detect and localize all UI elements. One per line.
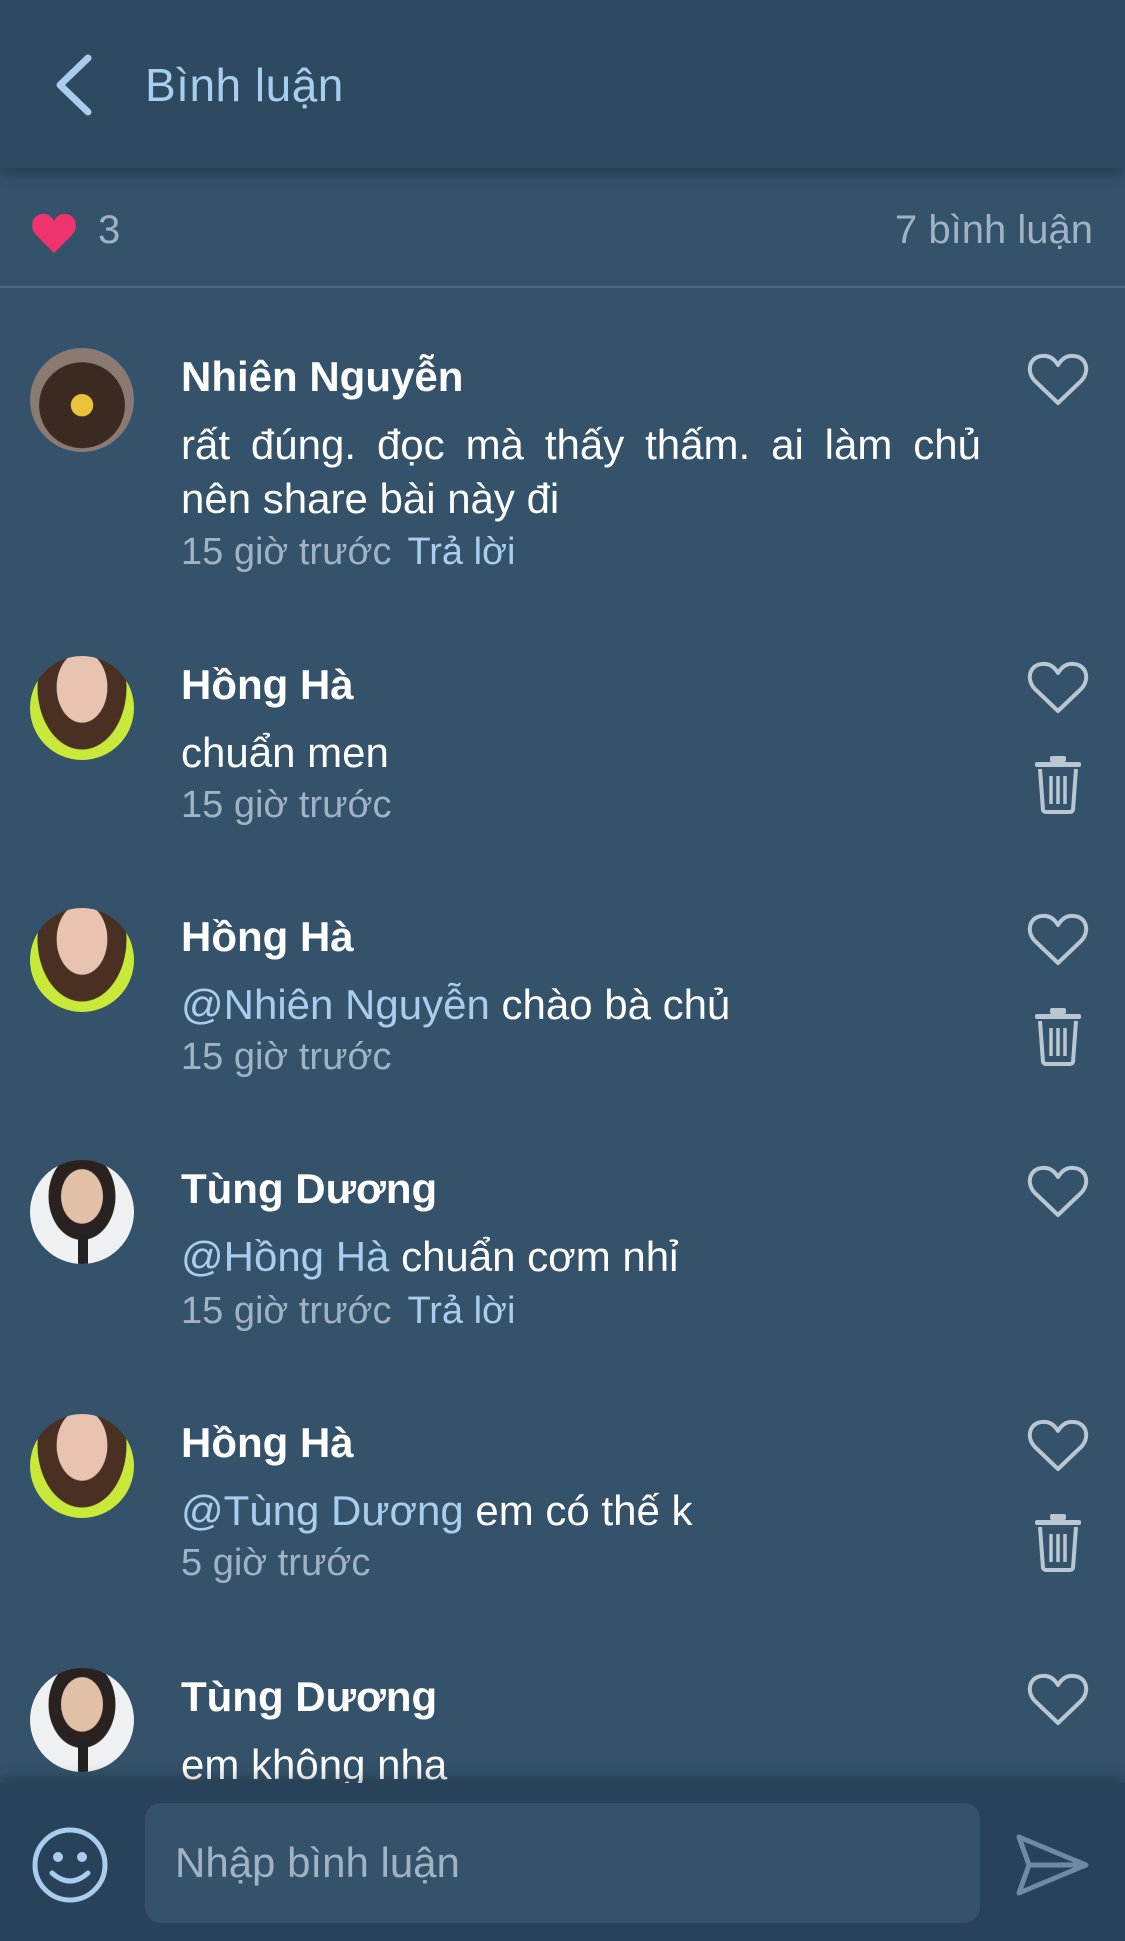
comment-text: @Nhiên Nguyễn chào bà chủ (181, 978, 981, 1032)
comment-composer (0, 1783, 1125, 1941)
comment-text: em không nha (181, 1738, 981, 1783)
comment-time: 15 giờ trước (181, 784, 392, 826)
avatar[interactable] (30, 656, 134, 760)
comment-time: 5 giờ trước (181, 1542, 371, 1584)
comment-meta: 15 giờ trước Trả lời (181, 1290, 515, 1333)
comment-item: Nhiên Nguyễn rất đúng. đọc mà thấy thấm.… (0, 348, 1125, 608)
comment-body: chuẩn men (181, 729, 389, 776)
comment-time: 15 giờ trước (181, 531, 392, 573)
heart-filled-icon[interactable] (30, 211, 78, 255)
comment-meta: 15 giờ trước (181, 784, 391, 827)
smiley-icon[interactable] (30, 1825, 110, 1905)
avatar[interactable] (30, 908, 134, 1012)
comment-meta: 15 giờ trước Trả lời (181, 531, 515, 574)
comment-body: rất đúng. đọc mà thấy thấm. ai làm chủ n… (181, 421, 981, 522)
reply-link[interactable]: Trả lời (407, 531, 515, 573)
reply-link[interactable]: Trả lời (407, 1290, 515, 1332)
mention-link[interactable]: @Nhiên Nguyễn (181, 981, 490, 1028)
trash-icon[interactable] (1033, 754, 1083, 814)
comment-author[interactable]: Tùng Dương (181, 1673, 437, 1721)
comment-body: chào bà chủ (501, 981, 731, 1028)
avatar[interactable] (30, 1160, 134, 1264)
comment-body: chuẩn cơm nhỉ (401, 1233, 679, 1280)
comment-meta: 5 giờ trước (181, 1542, 370, 1585)
heart-outline-icon[interactable] (1026, 350, 1090, 408)
heart-outline-icon[interactable] (1026, 1416, 1090, 1474)
comment-body: em không nha (181, 1741, 448, 1783)
comment-time: 15 giờ trước (181, 1290, 392, 1332)
comment-author[interactable]: Nhiên Nguyễn (181, 353, 463, 401)
comment-text: @Tùng Dương em có thế k (181, 1484, 981, 1538)
comment-body: em có thế k (475, 1487, 693, 1534)
comment-list: Nhiên Nguyễn rất đúng. đọc mà thấy thấm.… (0, 288, 1125, 1783)
chevron-left-icon[interactable] (50, 50, 100, 120)
comment-author[interactable]: Tùng Dương (181, 1165, 437, 1213)
comment-text: chuẩn men (181, 726, 981, 780)
comment-time: 15 giờ trước (181, 1036, 392, 1078)
mention-link[interactable]: @Tùng Dương (181, 1487, 464, 1534)
comment-item: Hồng Hà @Nhiên Nguyễn chào bà chủ 15 giờ… (0, 908, 1125, 1108)
comment-author[interactable]: Hồng Hà (181, 1419, 354, 1467)
heart-outline-icon[interactable] (1026, 1670, 1090, 1728)
send-icon[interactable] (1015, 1833, 1090, 1897)
comment-item: Hồng Hà chuẩn men 15 giờ trước (0, 656, 1125, 856)
comment-input[interactable] (145, 1803, 980, 1923)
comment-item: Tùng Dương em không nha (0, 1668, 1125, 1783)
avatar[interactable] (30, 1414, 134, 1518)
app-header: Bình luận (0, 0, 1125, 168)
like-count: 3 (98, 208, 121, 252)
heart-outline-icon[interactable] (1026, 1162, 1090, 1220)
trash-icon[interactable] (1033, 1512, 1083, 1572)
trash-icon[interactable] (1033, 1006, 1083, 1066)
comment-meta: 15 giờ trước (181, 1036, 391, 1079)
comment-author[interactable]: Hồng Hà (181, 661, 354, 709)
comment-author[interactable]: Hồng Hà (181, 913, 354, 961)
comment-text: @Hồng Hà chuẩn cơm nhỉ (181, 1230, 981, 1284)
avatar[interactable] (30, 1668, 134, 1772)
comment-text: rất đúng. đọc mà thấy thấm. ai làm chủ n… (181, 418, 981, 526)
heart-outline-icon[interactable] (1026, 910, 1090, 968)
comment-item: Hồng Hà @Tùng Dương em có thế k 5 giờ tr… (0, 1414, 1125, 1614)
mention-link[interactable]: @Hồng Hà (181, 1233, 389, 1280)
page-title: Bình luận (145, 59, 344, 111)
heart-outline-icon[interactable] (1026, 658, 1090, 716)
stats-bar: 3 7 bình luận (0, 168, 1125, 288)
avatar[interactable] (30, 348, 134, 452)
comment-item: Tùng Dương @Hồng Hà chuẩn cơm nhỉ 15 giờ… (0, 1160, 1125, 1360)
comment-count: 7 bình luận (895, 208, 1093, 252)
